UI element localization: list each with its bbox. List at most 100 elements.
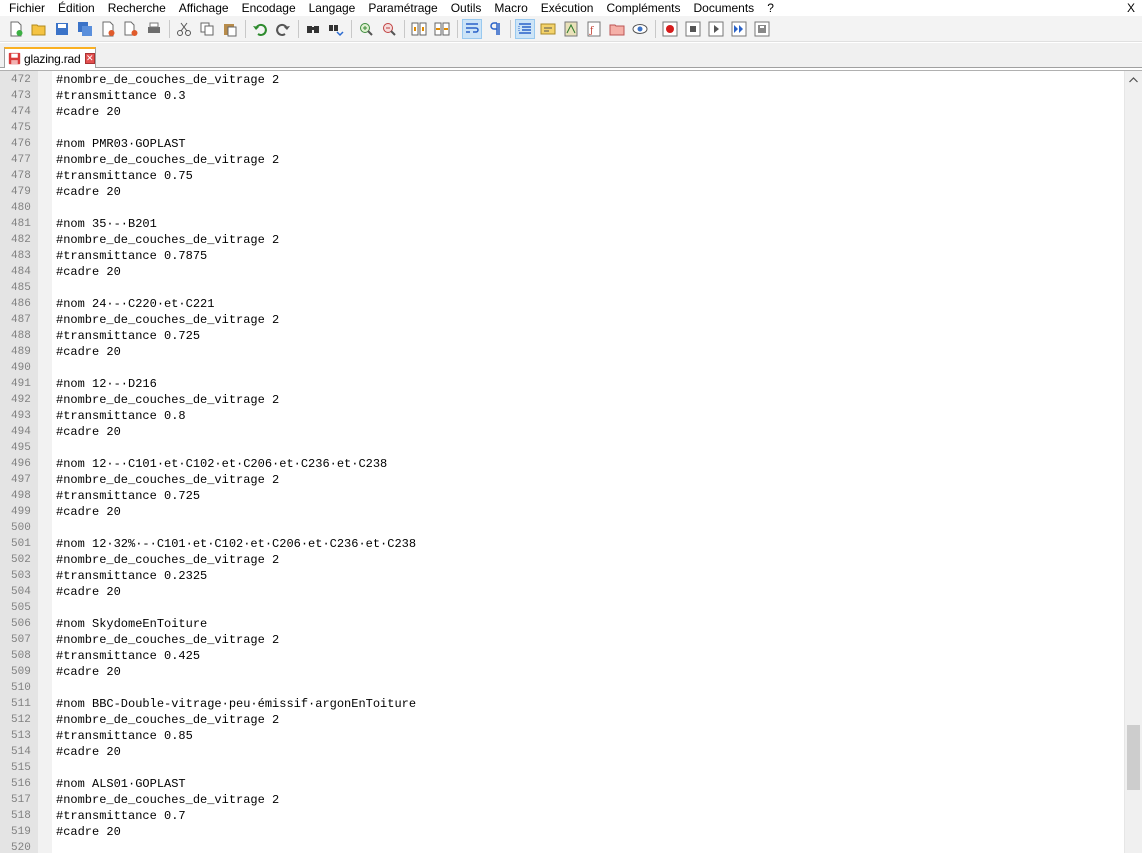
play-macro-button[interactable]	[706, 19, 726, 39]
undo-button[interactable]	[250, 19, 270, 39]
menu-item[interactable]: Paramétrage	[361, 0, 443, 16]
code-line[interactable]: 491 #nom 12·-·D216	[0, 376, 1122, 392]
code-line[interactable]: 497 #nombre_de_couches_de_vitrage 2	[0, 472, 1122, 488]
code-line[interactable]: 518 #transmittance 0.7	[0, 808, 1122, 824]
zoom-in-button[interactable]	[356, 19, 376, 39]
function-list-button[interactable]: ƒ	[584, 19, 604, 39]
menu-item[interactable]: Encodage	[235, 0, 302, 16]
code-line[interactable]: 514 #cadre 20	[0, 744, 1122, 760]
code-line[interactable]: 496 #nom 12·-·C101·et·C102·et·C206·et·C23…	[0, 456, 1122, 472]
code-line[interactable]: 474 #cadre 20	[0, 104, 1122, 120]
code-line[interactable]: 499 #cadre 20	[0, 504, 1122, 520]
code-line[interactable]: 507 #nombre_de_couches_de_vitrage 2	[0, 632, 1122, 648]
code-line[interactable]: 487 #nombre_de_couches_de_vitrage 2	[0, 312, 1122, 328]
vertical-scrollbar[interactable]	[1124, 71, 1142, 853]
save-macro-button[interactable]	[752, 19, 772, 39]
code-line[interactable]: 500	[0, 520, 1122, 536]
code-line[interactable]: 472 #nombre_de_couches_de_vitrage 2	[0, 72, 1122, 88]
word-wrap-button[interactable]	[462, 18, 482, 39]
copy-button[interactable]	[197, 19, 217, 39]
code-line[interactable]: 478 #transmittance 0.75	[0, 168, 1122, 184]
code-line[interactable]: 508 #transmittance 0.425	[0, 648, 1122, 664]
menu-item[interactable]: Affichage	[172, 0, 235, 16]
scroll-up-icon[interactable]	[1125, 71, 1142, 88]
record-macro-button[interactable]	[660, 19, 680, 39]
tab-glazing-rad[interactable]: glazing.rad ✕	[4, 47, 96, 68]
sync-vertical-button[interactable]	[409, 19, 429, 39]
code-line[interactable]: 498 #transmittance 0.725	[0, 488, 1122, 504]
menu-item[interactable]: Recherche	[101, 0, 172, 16]
code-line[interactable]: 484 #cadre 20	[0, 264, 1122, 280]
code-line[interactable]: 503 #transmittance 0.2325	[0, 568, 1122, 584]
code-line[interactable]: 512 #nombre_de_couches_de_vitrage 2	[0, 712, 1122, 728]
print-button[interactable]	[144, 19, 164, 39]
save-button[interactable]	[52, 19, 72, 39]
close-button[interactable]	[98, 19, 118, 39]
folder-workspace-button[interactable]	[607, 19, 627, 39]
code-line[interactable]: 476 #nom PMR03·GOPLAST	[0, 136, 1122, 152]
code-line[interactable]: 513 #transmittance 0.85	[0, 728, 1122, 744]
menu-item[interactable]: Compléments	[599, 0, 686, 16]
editor[interactable]: 472 #nombre_de_couches_de_vitrage 2 473 #tr…	[0, 70, 1142, 854]
code-line[interactable]: 510	[0, 680, 1122, 696]
code-line[interactable]: 494 #cadre 20	[0, 424, 1122, 440]
doc-map-button[interactable]	[561, 19, 581, 39]
code-line[interactable]: 519 #cadre 20	[0, 824, 1122, 840]
code-line[interactable]: 505	[0, 600, 1122, 616]
code-line[interactable]: 479 #cadre 20	[0, 184, 1122, 200]
redo-button[interactable]	[273, 19, 293, 39]
menu-item[interactable]: Fichier	[0, 0, 51, 16]
code-line[interactable]: 501 #nom 12·32%·-·C101·et·C102·et·C206·et…	[0, 536, 1122, 552]
open-file-button[interactable]	[29, 19, 49, 39]
code-line[interactable]: 485	[0, 280, 1122, 296]
indent-guide-button[interactable]	[515, 18, 535, 39]
close-document-button[interactable]: X	[1125, 0, 1137, 16]
code-line[interactable]: 473 #transmittance 0.3	[0, 88, 1122, 104]
code-line[interactable]: 483 #transmittance 0.7875	[0, 248, 1122, 264]
code-line[interactable]: 492 #nombre_de_couches_de_vitrage 2	[0, 392, 1122, 408]
menu-item[interactable]: ?	[760, 0, 780, 16]
menu-item[interactable]: Édition	[51, 0, 101, 16]
find-button[interactable]	[303, 19, 323, 39]
code-line[interactable]: 490	[0, 360, 1122, 376]
code-line[interactable]: 502 #nombre_de_couches_de_vitrage 2	[0, 552, 1122, 568]
menu-item[interactable]: Documents	[686, 0, 760, 16]
menu-item[interactable]: Outils	[444, 0, 488, 16]
monitoring-button[interactable]	[630, 19, 650, 39]
run-multiple-button[interactable]	[729, 19, 749, 39]
code-line[interactable]: 517 #nombre_de_couches_de_vitrage 2	[0, 792, 1122, 808]
paste-button[interactable]	[220, 19, 240, 39]
code-line[interactable]: 482 #nombre_de_couches_de_vitrage 2	[0, 232, 1122, 248]
menu-item[interactable]: Macro	[487, 0, 533, 16]
code-line[interactable]: 509 #cadre 20	[0, 664, 1122, 680]
cut-button[interactable]	[174, 19, 194, 39]
tab-close-icon[interactable]: ✕	[84, 53, 95, 64]
code-line[interactable]: 488 #transmittance 0.725	[0, 328, 1122, 344]
menu-item[interactable]: Exécution	[534, 0, 600, 16]
code-line[interactable]: 506 #nom SkydomeEnToiture	[0, 616, 1122, 632]
stop-record-button[interactable]	[683, 19, 703, 39]
udl-button[interactable]	[538, 19, 558, 39]
zoom-out-button[interactable]	[379, 19, 399, 39]
code-line[interactable]: 504 #cadre 20	[0, 584, 1122, 600]
code-line[interactable]: 520	[0, 840, 1122, 856]
code-line[interactable]: 511 #nom BBC-Double-vitrage·peu·émissif·a…	[0, 696, 1122, 712]
code-line[interactable]: 480	[0, 200, 1122, 216]
code-line[interactable]: 493 #transmittance 0.8	[0, 408, 1122, 424]
replace-button[interactable]	[326, 19, 346, 39]
code-line[interactable]: 486 #nom 24·-·C220·et·C221	[0, 296, 1122, 312]
code-line[interactable]: 495	[0, 440, 1122, 456]
new-file-button[interactable]	[6, 19, 26, 39]
close-all-button[interactable]	[121, 19, 141, 39]
sync-horizontal-button[interactable]	[432, 19, 452, 39]
code-line[interactable]: 489 #cadre 20	[0, 344, 1122, 360]
code-line[interactable]: 515	[0, 760, 1122, 776]
code-line[interactable]: 481 #nom 35·-·B201	[0, 216, 1122, 232]
scroll-thumb[interactable]	[1127, 725, 1140, 790]
save-all-button[interactable]	[75, 19, 95, 39]
show-all-chars-button[interactable]	[485, 19, 505, 39]
code-line[interactable]: 475	[0, 120, 1122, 136]
code-line[interactable]: 516 #nom ALS01·GOPLAST	[0, 776, 1122, 792]
menu-item[interactable]: Langage	[302, 0, 362, 16]
code-line[interactable]: 477 #nombre_de_couches_de_vitrage 2	[0, 152, 1122, 168]
